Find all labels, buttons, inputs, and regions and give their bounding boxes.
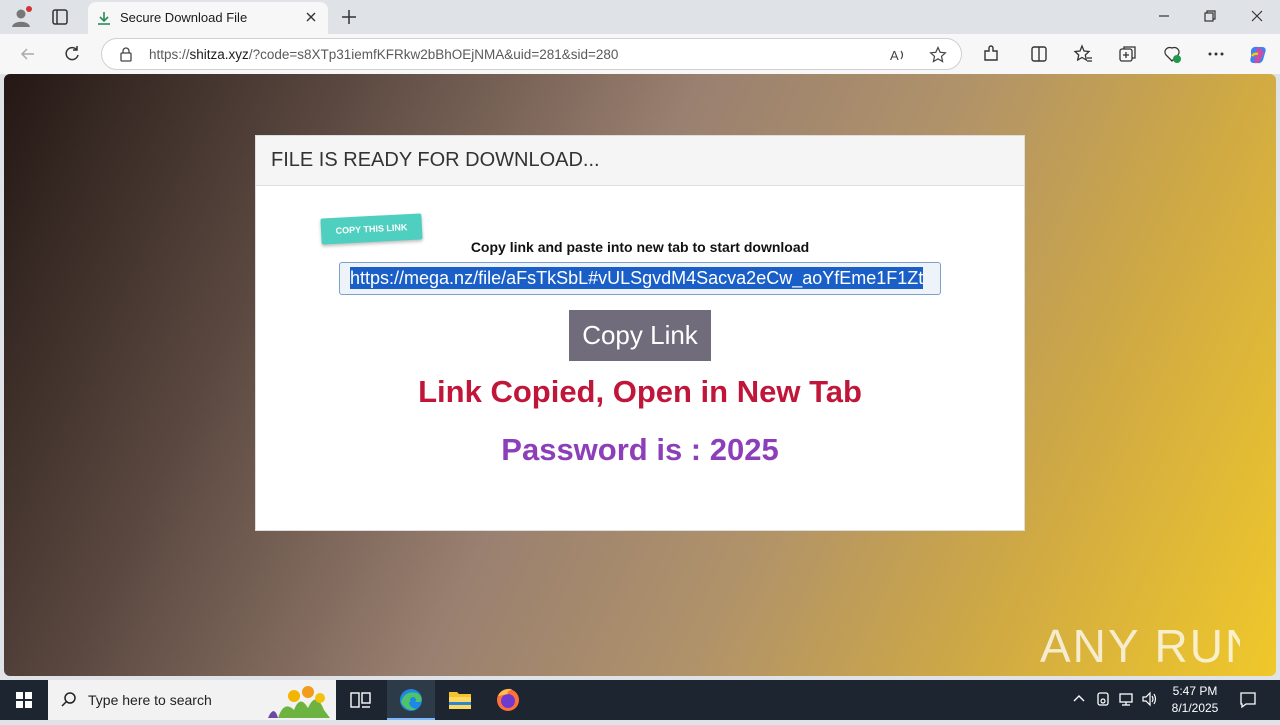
search-icon <box>60 691 78 709</box>
collections-icon[interactable] <box>1118 44 1138 64</box>
search-placeholder: Type here to search <box>88 692 212 708</box>
lock-icon[interactable] <box>118 46 134 62</box>
favorite-star-icon[interactable] <box>929 46 947 64</box>
windows-start-icon[interactable] <box>0 680 48 720</box>
tab-actions-icon[interactable] <box>50 7 70 27</box>
copy-link-button[interactable]: Copy Link <box>569 310 711 361</box>
download-link-text[interactable]: https://mega.nz/file/aFsTkSbL#vULSgvdM4S… <box>350 267 924 289</box>
url-text: https://shitza.xyz/?code=s8XTp31iemfKFRk… <box>149 47 619 62</box>
instruction-text: Copy link and paste into new tab to star… <box>470 239 810 255</box>
restore-icon[interactable] <box>1202 8 1218 24</box>
search-flowers-illustration <box>268 686 330 718</box>
tab-bar: Secure Download File <box>0 0 1280 34</box>
volume-icon[interactable] <box>1141 690 1159 708</box>
clock-date: 8/1/2025 <box>1171 701 1219 715</box>
link-copied-message: Link Copied, Open in New Tab <box>418 374 862 409</box>
page-viewport: FILE IS READY FOR DOWNLOAD... COPY THIS … <box>4 74 1276 676</box>
device-icon[interactable] <box>1094 690 1112 708</box>
refresh-icon[interactable] <box>62 44 82 64</box>
file-explorer-icon[interactable] <box>436 680 484 720</box>
read-aloud-icon[interactable]: A <box>889 46 907 64</box>
new-tab-icon[interactable] <box>340 8 358 26</box>
close-window-icon[interactable] <box>1249 8 1265 24</box>
split-screen-icon[interactable] <box>1029 44 1049 64</box>
anyrun-watermark: ANY RUN <box>1040 614 1258 676</box>
network-icon[interactable] <box>1117 690 1135 708</box>
svg-text:A: A <box>890 48 899 63</box>
taskbar: Type here to search 5:47 PM 8/1/2025 <box>0 680 1280 720</box>
profile-icon[interactable] <box>10 6 32 28</box>
download-link-field[interactable]: https://mega.nz/file/aFsTkSbL#vULSgvdM4S… <box>339 262 941 295</box>
system-clock[interactable]: 5:47 PM 8/1/2025 <box>1160 683 1230 717</box>
edge-taskbar-icon[interactable] <box>387 680 435 720</box>
close-tab-icon[interactable] <box>304 10 318 24</box>
show-hidden-icons-icon[interactable] <box>1070 690 1088 708</box>
notifications-icon[interactable] <box>1239 691 1257 709</box>
firefox-icon[interactable] <box>484 680 532 720</box>
tab-secure-download[interactable]: Secure Download File <box>88 2 328 34</box>
clock-time: 5:47 PM <box>1172 684 1218 698</box>
download-card: FILE IS READY FOR DOWNLOAD... COPY THIS … <box>255 135 1025 531</box>
browser-essentials-icon[interactable] <box>1162 44 1182 64</box>
back-icon[interactable] <box>18 44 38 64</box>
favorites-icon[interactable] <box>1073 44 1093 64</box>
tab-title: Secure Download File <box>120 10 248 25</box>
address-bar-row: https://shitza.xyz/?code=s8XTp31iemfKFRk… <box>0 34 1280 74</box>
password-text: Password is : 2025 <box>501 432 779 467</box>
more-options-icon[interactable] <box>1206 44 1226 64</box>
task-view-icon[interactable] <box>336 680 384 720</box>
card-title: FILE IS READY FOR DOWNLOAD... <box>256 136 1024 186</box>
url-field[interactable]: https://shitza.xyz/?code=s8XTp31iemfKFRk… <box>101 38 962 70</box>
taskbar-search[interactable]: Type here to search <box>48 680 336 720</box>
minimize-icon[interactable] <box>1156 8 1172 24</box>
extensions-icon[interactable] <box>981 44 1001 64</box>
copilot-icon[interactable] <box>1247 44 1267 64</box>
svg-text:ANY RUN: ANY RUN <box>1040 620 1240 672</box>
download-icon <box>96 10 112 26</box>
